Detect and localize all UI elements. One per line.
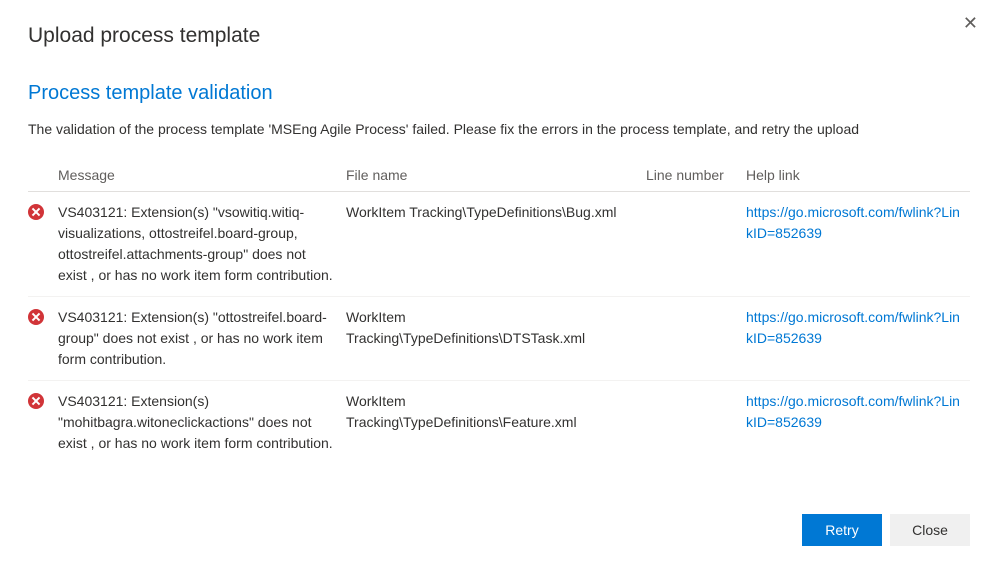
cell-filename: WorkItem Tracking\TypeDefinitions\DTSTas… [346, 307, 646, 349]
errors-table: Message File name Line number Help link … [28, 159, 970, 464]
col-filename-header: File name [346, 167, 646, 183]
close-icon[interactable]: ✕ [959, 12, 982, 34]
col-help-header: Help link [746, 167, 970, 183]
content-scroll-area[interactable]: Process template validation The validati… [0, 70, 998, 484]
col-message-header: Message [58, 167, 346, 183]
help-link[interactable]: https://go.microsoft.com/fwlink?LinkID=8… [746, 204, 960, 241]
cell-message: VS403121: Extension(s) "mohitbagra.witon… [58, 391, 346, 454]
cell-filename: WorkItem Tracking\TypeDefinitions\Bug.xm… [346, 202, 646, 223]
table-row: VS403121: Extension(s) "mohitbagra.witon… [28, 381, 970, 464]
cell-filename: WorkItem Tracking\TypeDefinitions\Featur… [346, 391, 646, 433]
retry-button[interactable]: Retry [802, 514, 882, 546]
dialog-header: Upload process template ✕ [0, 0, 998, 56]
table-header: Message File name Line number Help link [28, 159, 970, 192]
table-row: VS403121: Extension(s) "vsowitiq.witiq-v… [28, 192, 970, 297]
help-link[interactable]: https://go.microsoft.com/fwlink?LinkID=8… [746, 393, 960, 430]
col-line-header: Line number [646, 167, 746, 183]
dialog-title: Upload process template [28, 24, 260, 48]
error-icon [28, 204, 44, 220]
cell-message: VS403121: Extension(s) "vsowitiq.witiq-v… [58, 202, 346, 286]
error-icon [28, 393, 44, 409]
validation-description: The validation of the process template '… [28, 121, 970, 137]
close-button[interactable]: Close [890, 514, 970, 546]
table-row: VS403121: Extension(s) "ottostreifel.boa… [28, 297, 970, 381]
help-link[interactable]: https://go.microsoft.com/fwlink?LinkID=8… [746, 309, 960, 346]
cell-message: VS403121: Extension(s) "ottostreifel.boa… [58, 307, 346, 370]
dialog-footer: Retry Close [0, 496, 998, 564]
section-title: Process template validation [28, 82, 970, 105]
error-icon [28, 309, 44, 325]
